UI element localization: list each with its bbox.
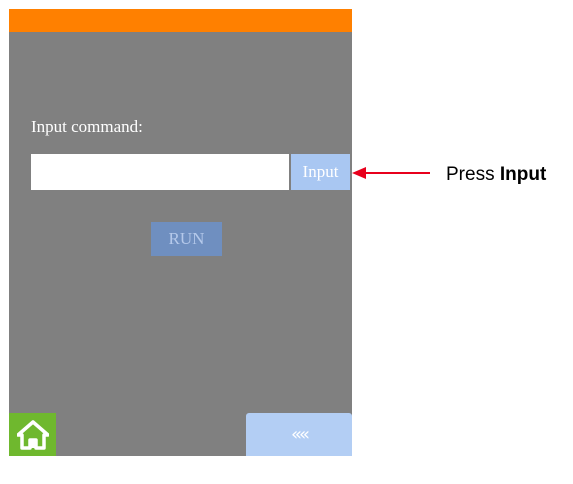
prompt-label: Input command: xyxy=(31,117,143,136)
annotation-prefix: Press xyxy=(446,164,500,185)
run-button[interactable]: RUN xyxy=(151,222,222,256)
command-input[interactable] xyxy=(31,154,289,190)
home-button[interactable] xyxy=(9,413,56,456)
input-button[interactable]: Input xyxy=(291,154,350,190)
back-button[interactable]: «« xyxy=(246,413,352,456)
page: Input command: Input RUN «« Press Input xyxy=(0,0,573,484)
annotation-label: Press Input xyxy=(446,164,546,186)
top-status-bar xyxy=(9,9,352,32)
double-chevron-left-icon: «« xyxy=(290,424,310,445)
home-icon xyxy=(16,419,49,450)
annotation-arrow xyxy=(352,167,430,179)
device-screen: Input command: Input RUN «« xyxy=(9,9,352,456)
annotation-emphasis: Input xyxy=(499,164,547,185)
